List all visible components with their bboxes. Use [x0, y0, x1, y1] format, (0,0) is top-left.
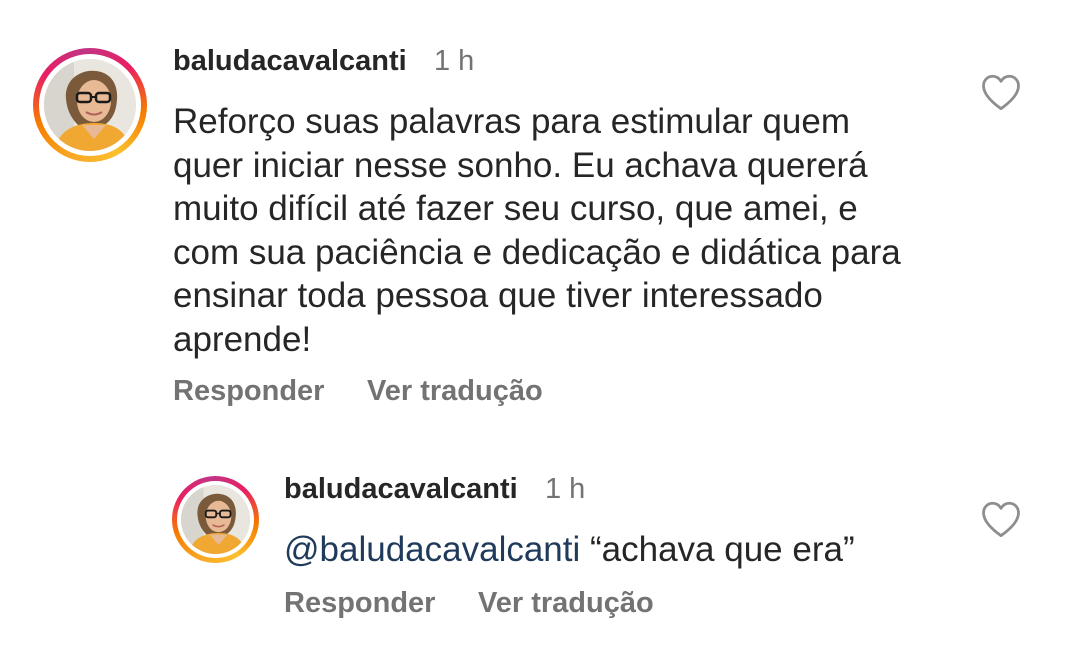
comment-text-line: quer iniciar nesse sonho. Eu achava quer…	[173, 145, 868, 185]
reply-username[interactable]: baludacavalcanti	[284, 472, 518, 506]
comment-timestamp: 1 h	[434, 45, 475, 77]
reply-comment: baludacavalcanti 1 h @baludacavalcanti “…	[0, 440, 1079, 654]
reply-timestamp: 1 h	[545, 473, 586, 505]
avatar-photo	[181, 485, 250, 554]
comment-text-line: Reforço suas palavras para estimular que…	[173, 102, 850, 141]
comment-text-line: aprende!	[173, 319, 312, 359]
avatar[interactable]	[33, 48, 147, 162]
comment: baludacavalcanti 1 h Reforço suas palavr…	[0, 0, 1079, 440]
reply-text: @baludacavalcanti “achava que era”	[284, 528, 964, 572]
reply-text-content: “achava que era”	[580, 530, 855, 569]
see-translation-button[interactable]: Ver tradução	[478, 586, 654, 620]
comment-text-line: com sua paciência e dedicação e didática…	[173, 232, 901, 272]
reply-button[interactable]: Responder	[173, 374, 324, 408]
comment-text: Reforço suas palavras para estimular que…	[173, 100, 973, 361]
see-translation-button[interactable]: Ver tradução	[367, 374, 543, 408]
like-heart-icon[interactable]	[980, 72, 1022, 112]
comment-text-line: ensinar toda pessoa que tiver interessad…	[173, 276, 823, 315]
mention-link[interactable]: @baludacavalcanti	[284, 530, 580, 569]
avatar[interactable]	[172, 476, 259, 563]
avatar-photo	[44, 59, 136, 151]
comment-text-line: muito difícil até fazer seu curso, que a…	[173, 189, 858, 228]
reply-button[interactable]: Responder	[284, 586, 435, 620]
comment-username[interactable]: baludacavalcanti	[173, 44, 407, 78]
like-heart-icon[interactable]	[980, 499, 1022, 539]
